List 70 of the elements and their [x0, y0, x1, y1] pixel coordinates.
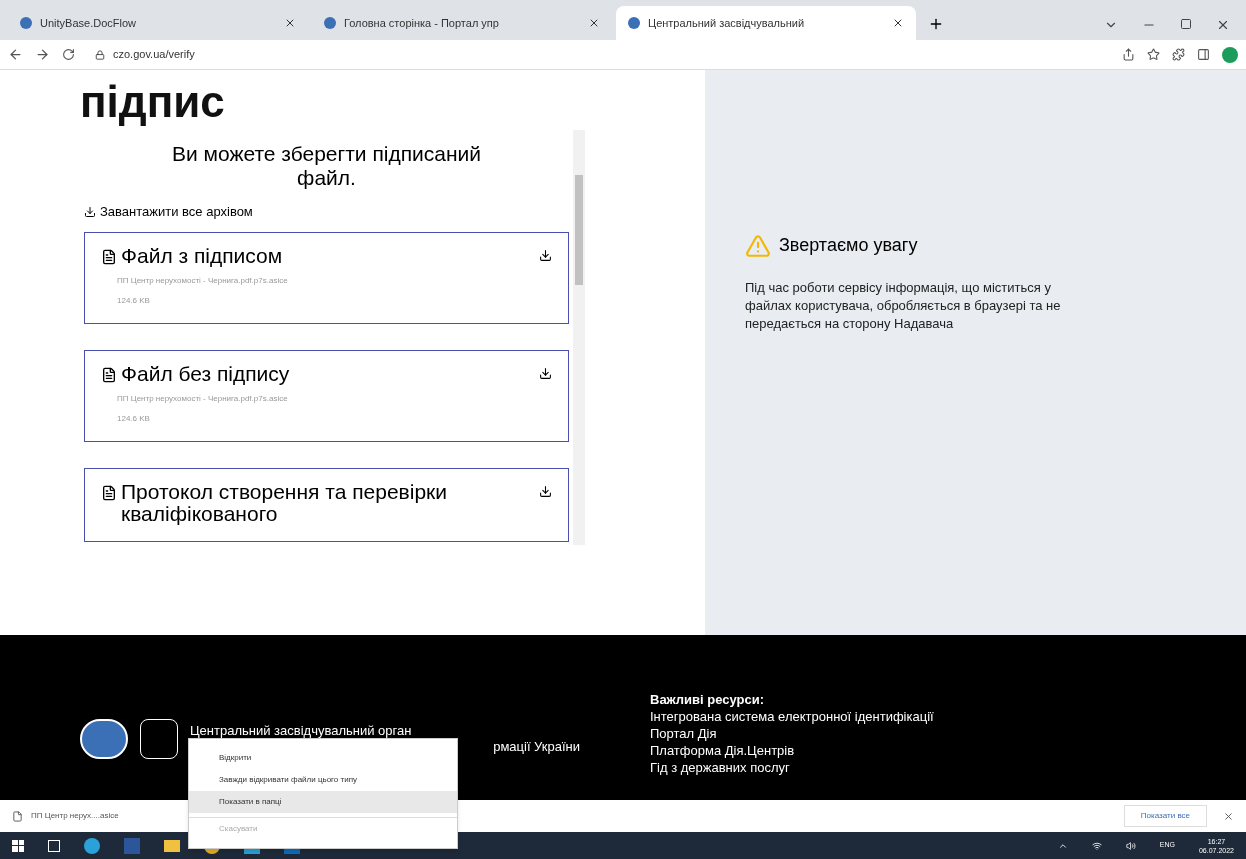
edge-icon[interactable] [84, 837, 100, 854]
favicon-icon [20, 17, 32, 29]
star-icon[interactable] [1147, 48, 1160, 61]
download-icon [84, 205, 96, 218]
menu-item[interactable]: Відкрити [189, 747, 457, 769]
forward-icon[interactable] [35, 47, 50, 62]
browser-tab[interactable]: Центральний засвідчувальний [616, 6, 916, 40]
org-name: рмації України [493, 739, 580, 755]
download-icon[interactable] [539, 484, 552, 498]
file-size: 124.6 KB [117, 294, 151, 307]
favicon-icon [628, 17, 640, 29]
close-icon[interactable] [588, 17, 600, 29]
tab-title: Центральний засвідчувальний [648, 15, 806, 31]
back-icon[interactable] [8, 47, 23, 62]
new-tab-icon[interactable] [928, 16, 944, 32]
download-icon[interactable] [539, 366, 552, 380]
address-bar[interactable]: czo.gov.ua/verify [87, 42, 1110, 67]
resource-link[interactable]: Гід з державних послуг [650, 759, 934, 776]
scrollbar[interactable] [573, 130, 585, 545]
file-icon [101, 248, 117, 265]
extensions-icon[interactable] [1172, 48, 1185, 61]
url-text: czo.gov.ua/verify [113, 47, 195, 63]
file-title: Файл без підпису [121, 362, 290, 385]
file-icon [101, 366, 117, 383]
lock-icon [95, 49, 105, 60]
file-card[interactable]: Файл з підписом ПП Центр нерухомості - Чернига.pdf.p7s.asice 124.6 KB [84, 231, 569, 324]
file-card[interactable]: Протокол створення та перевірки кваліфікованого [84, 467, 569, 542]
side-panel-icon[interactable] [1197, 48, 1210, 61]
network-icon[interactable] [1091, 840, 1102, 851]
file-title: Файл з підписом [121, 244, 283, 267]
menu-item[interactable]: Показати в папці [189, 791, 457, 813]
folder-icon[interactable] [164, 839, 180, 852]
download-item[interactable]: ПП Центр нерух....asice [31, 810, 119, 822]
notice-text: Під час роботи сервісу інформація, що міститься у файлах користувача, обробляється в браузері та не передається на сторону Надавача [745, 279, 1062, 333]
profile-avatar[interactable] [1222, 46, 1238, 63]
resource-link[interactable]: Портал Дія [650, 725, 934, 742]
close-icon[interactable] [1223, 810, 1234, 822]
volume-icon[interactable] [1125, 840, 1136, 851]
share-icon[interactable] [1122, 48, 1135, 61]
tab-title: Головна сторінка - Портал упр [344, 15, 500, 31]
close-icon[interactable] [284, 17, 296, 29]
favicon-icon [324, 17, 336, 29]
menu-item[interactable]: Завжди відкривати файли цього типу [189, 769, 457, 791]
file-icon [12, 810, 23, 822]
windows-icon[interactable] [12, 839, 24, 852]
maximize-icon[interactable] [1180, 18, 1192, 30]
file-card[interactable]: Файл без підпису ПП Центр нерухомості - Чернига.pdf.p7s.asice 124.6 KB [84, 349, 569, 442]
file-name: ПП Центр нерухомості - Чернига.pdf.p7s.asice [117, 392, 289, 405]
file-icon [101, 484, 117, 501]
file-name: ПП Центр нерухомості - Чернига.pdf.p7s.asice [117, 274, 289, 287]
notice-title: Звертаємо увагу [779, 234, 918, 257]
close-icon[interactable] [892, 17, 904, 29]
file-size: 124.6 KB [117, 412, 151, 425]
resource-link[interactable]: Платформа Дія.Центрів [650, 742, 934, 759]
download-all-link[interactable]: Завантажити все архівом [84, 202, 253, 222]
tab-title: UnityBase.DocFlow [40, 15, 137, 31]
warning-icon [745, 232, 771, 259]
reload-icon[interactable] [62, 48, 75, 61]
browser-tab[interactable]: UnityBase.DocFlow [8, 6, 308, 40]
org-name: Центральний засвідчувальний орган [190, 723, 413, 739]
show-all-button[interactable]: Показати все [1123, 805, 1207, 827]
close-icon[interactable] [1216, 18, 1230, 32]
resource-link[interactable]: Інтегрована система електронної ідентифікації [650, 708, 934, 725]
resources-heading: Важливі ресурси: [650, 691, 766, 708]
browser-tab[interactable]: Головна сторінка - Портал упр [312, 6, 612, 40]
save-message: Ви можете зберегти підписаний файл. [170, 142, 483, 190]
download-icon[interactable] [539, 248, 552, 262]
task-view-icon[interactable] [48, 839, 60, 852]
page-heading: підпис [80, 78, 226, 126]
file-title: Протокол створення та перевірки кваліфікованого [121, 480, 448, 525]
